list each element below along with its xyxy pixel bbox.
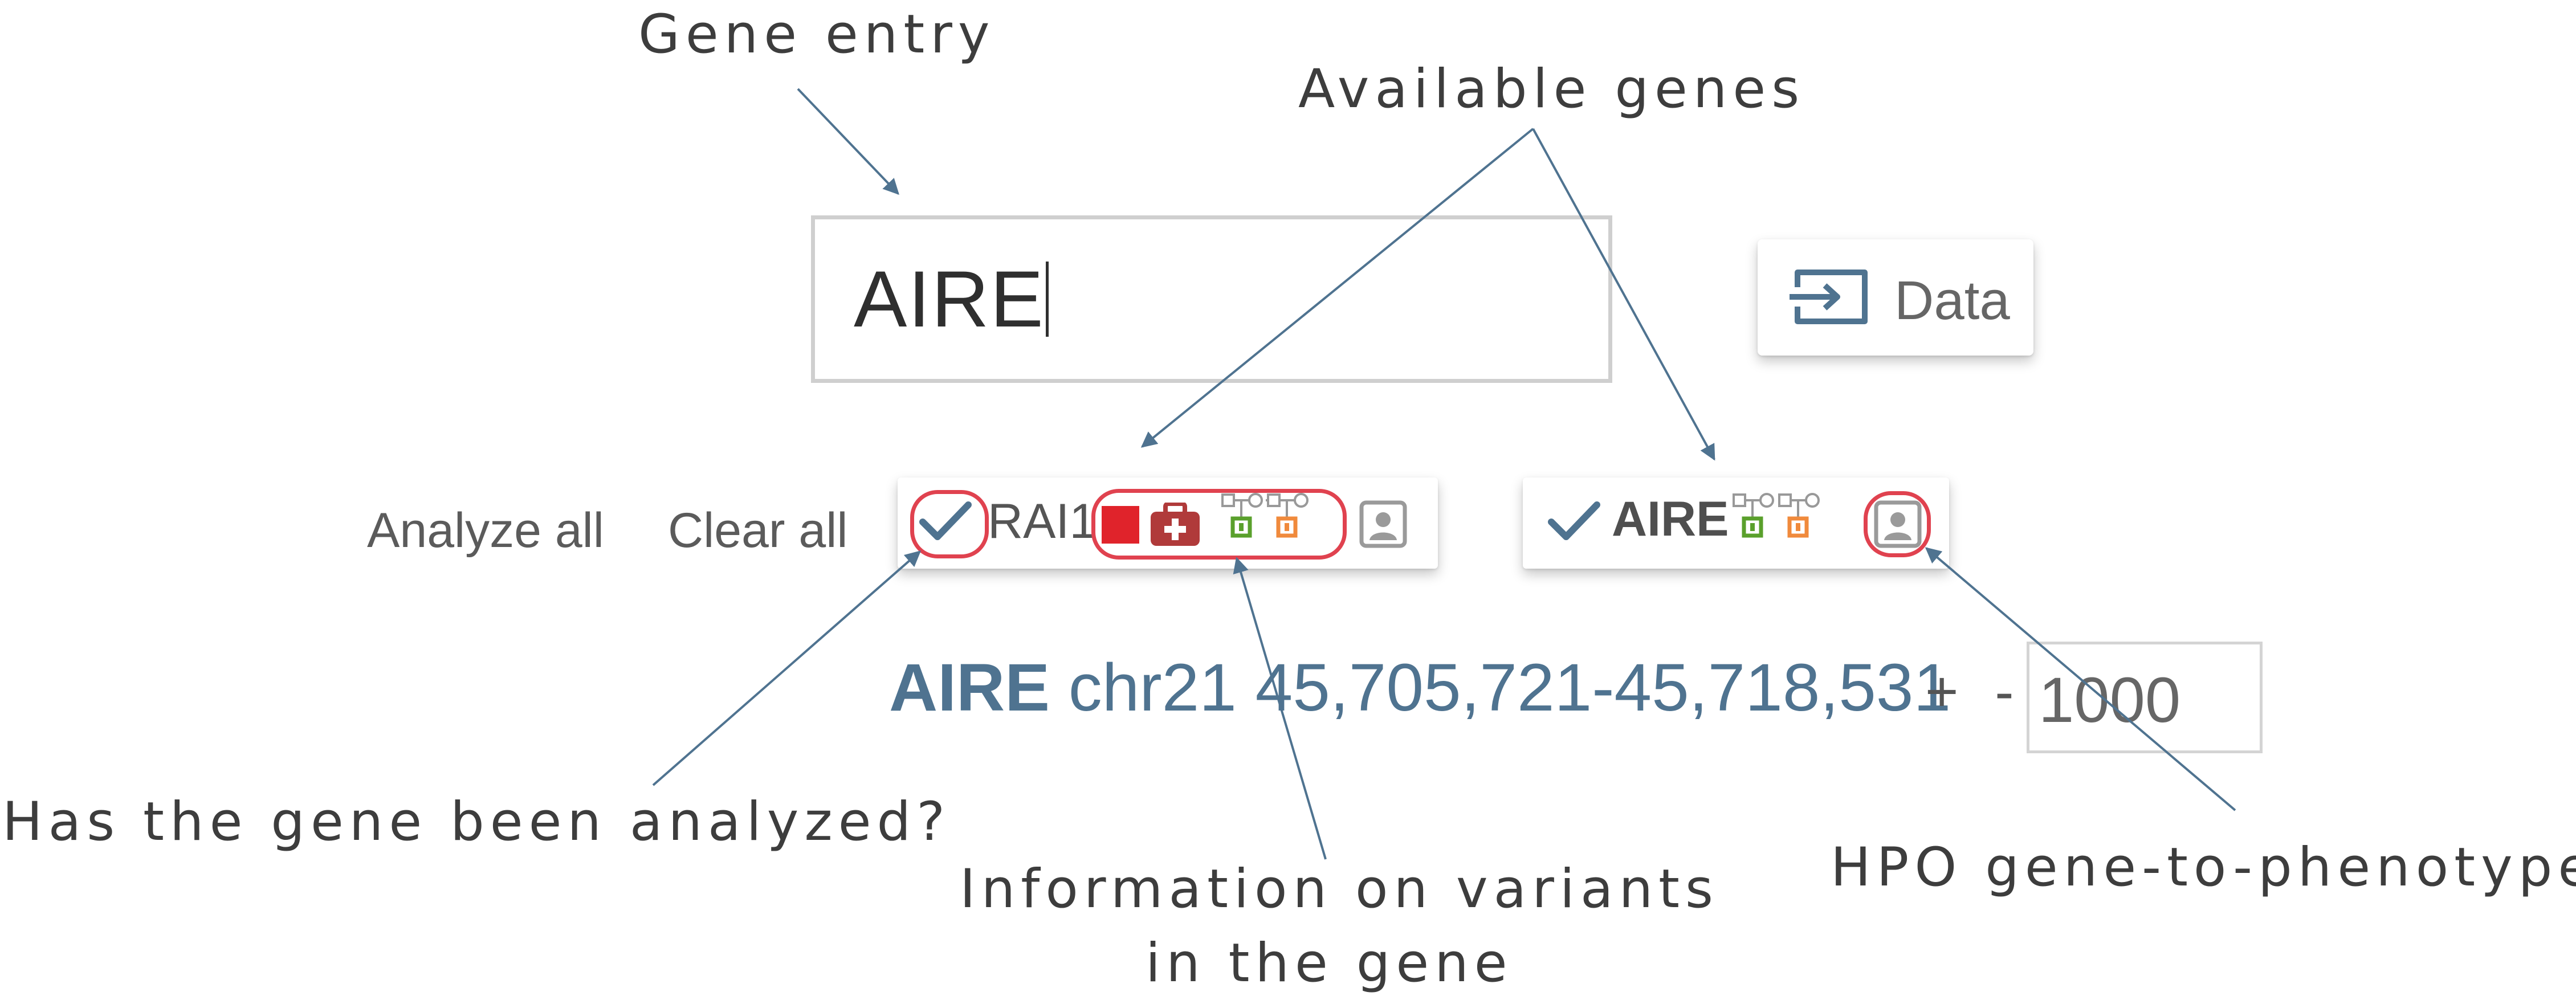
arrow-analyzed bbox=[652, 550, 922, 786]
arrow-available-genes-right bbox=[1532, 128, 1715, 461]
annotation-arrows bbox=[652, 88, 2236, 860]
arrow-available-genes-left bbox=[1140, 128, 1534, 448]
arrow-variant-info bbox=[1233, 557, 1327, 860]
arrow-gene-entry bbox=[797, 88, 899, 195]
arrow-hpo bbox=[1925, 547, 2236, 811]
